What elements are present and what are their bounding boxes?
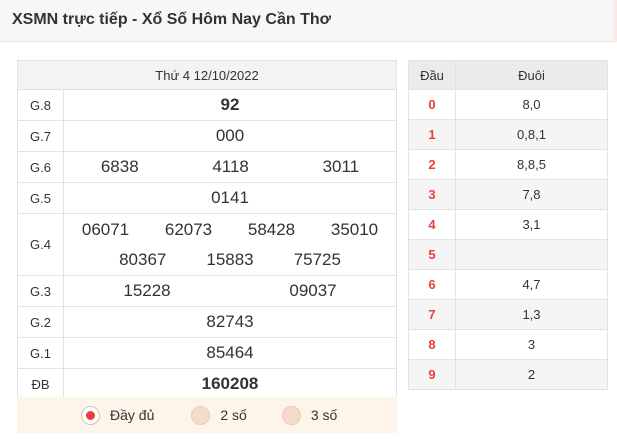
loto-head: 5	[408, 239, 456, 270]
head-column-header: Đầu	[408, 60, 456, 90]
display-options: Đầy đủ 2 số 3 số	[17, 397, 397, 433]
loto-tail: 3	[455, 329, 608, 360]
radio-checked-icon[interactable]	[81, 405, 100, 425]
option-label: 3 số	[310, 407, 338, 423]
prize-number: 62073	[164, 219, 213, 239]
tail-column-header: Đuôi	[455, 60, 608, 90]
radio-unchecked-icon[interactable]	[281, 405, 301, 425]
loto-row: 9 2	[408, 359, 608, 390]
prize-label: G.3	[17, 275, 64, 307]
loto-head: 6	[408, 269, 456, 300]
prize-row-g4: G.4 06071 62073 58428 35010 80367 15883 …	[17, 213, 397, 276]
prize-row-g8: G.8 92	[17, 89, 397, 121]
prize-number: 09037	[289, 281, 337, 300]
loto-head: 7	[408, 299, 456, 330]
prize-number: 15228	[123, 281, 171, 300]
loto-tail	[455, 239, 608, 270]
loto-tail: 3,1	[455, 209, 608, 240]
prize-number: 58428	[247, 219, 296, 239]
loto-tail: 2	[455, 359, 608, 390]
loto-row: 2 8,8,5	[408, 149, 608, 180]
loto-row: 5	[408, 239, 608, 270]
prize-number: 4118	[212, 157, 249, 176]
prize-row-g5: G.5 0141	[17, 182, 397, 214]
prize-number: 35010	[330, 219, 379, 239]
prize-number: 15883	[206, 249, 254, 269]
radio-unchecked-icon[interactable]	[191, 405, 211, 425]
prize-label: G.4	[17, 213, 64, 276]
prize-label: G.8	[17, 89, 64, 121]
prize-number: 85464	[63, 337, 397, 369]
loto-head: 3	[408, 179, 456, 210]
prize-number: 75725	[293, 249, 341, 269]
prize-number: 3011	[322, 157, 360, 176]
prize-row-g6: G.6 6838 4118 3011	[17, 151, 397, 183]
loto-tail: 4,7	[455, 269, 608, 300]
prize-row-g2: G.2 82743	[17, 306, 397, 338]
loto-tail: 1,3	[455, 299, 608, 330]
option-3-digits[interactable]: 3 số	[281, 405, 338, 425]
page-header: XSMN trực tiếp - Xổ Số Hôm Nay Cần Thơ	[0, 0, 617, 42]
prize-label: G.5	[17, 182, 64, 214]
prize-label: G.1	[17, 337, 64, 369]
page-title: XSMN trực tiếp - Xổ Số Hôm Nay Cần Thơ	[12, 11, 331, 28]
loto-tail: 8,0	[455, 89, 608, 120]
prize-number: 06071	[81, 219, 130, 239]
draw-date: Thứ 4 12/10/2022	[17, 60, 397, 90]
loto-row: 8 3	[408, 329, 608, 360]
option-full[interactable]: Đầy đủ	[81, 405, 155, 425]
prize-number: 0141	[63, 182, 397, 214]
loto-tail: 7,8	[455, 179, 608, 210]
loto-tail: 0,8,1	[455, 119, 608, 150]
prize-number: 000	[63, 120, 397, 152]
loto-head: 9	[408, 359, 456, 390]
option-label: Đầy đủ	[110, 407, 155, 423]
prize-label: G.6	[17, 151, 64, 183]
loto-head: 4	[408, 209, 456, 240]
loto-row: 1 0,8,1	[408, 119, 608, 150]
loto-table: Đầu Đuôi 0 8,0 1 0,8,1 2 8,8,5 3 7,8 4 3…	[408, 60, 608, 390]
loto-head: 8	[408, 329, 456, 360]
prize-number: 92	[63, 89, 397, 121]
prize-number: 80367	[119, 249, 167, 269]
loto-row: 4 3,1	[408, 209, 608, 240]
prize-label: G.7	[17, 120, 64, 152]
loto-head: 2	[408, 149, 456, 180]
prize-label: ĐB	[17, 368, 64, 400]
option-label: 2 số	[220, 407, 247, 423]
loto-tail: 8,8,5	[455, 149, 608, 180]
loto-head: 0	[408, 89, 456, 120]
loto-row: 6 4,7	[408, 269, 608, 300]
prize-row-g3: G.3 15228 09037	[17, 275, 397, 307]
loto-row: 3 7,8	[408, 179, 608, 210]
prize-row-special: ĐB 160208	[17, 368, 397, 400]
prize-row-g7: G.7 000	[17, 120, 397, 152]
loto-head: 1	[408, 119, 456, 150]
special-prize-number: 160208	[63, 368, 397, 400]
prize-label: G.2	[17, 306, 64, 338]
results-table: Thứ 4 12/10/2022 G.8 92 G.7 000 G.6 6838…	[17, 60, 397, 400]
prize-number: 82743	[63, 306, 397, 338]
option-2-digits[interactable]: 2 số	[191, 405, 247, 425]
prize-number: 6838	[100, 157, 139, 176]
loto-row: 0 8,0	[408, 89, 608, 120]
prize-row-g1: G.1 85464	[17, 337, 397, 369]
loto-row: 7 1,3	[408, 299, 608, 330]
